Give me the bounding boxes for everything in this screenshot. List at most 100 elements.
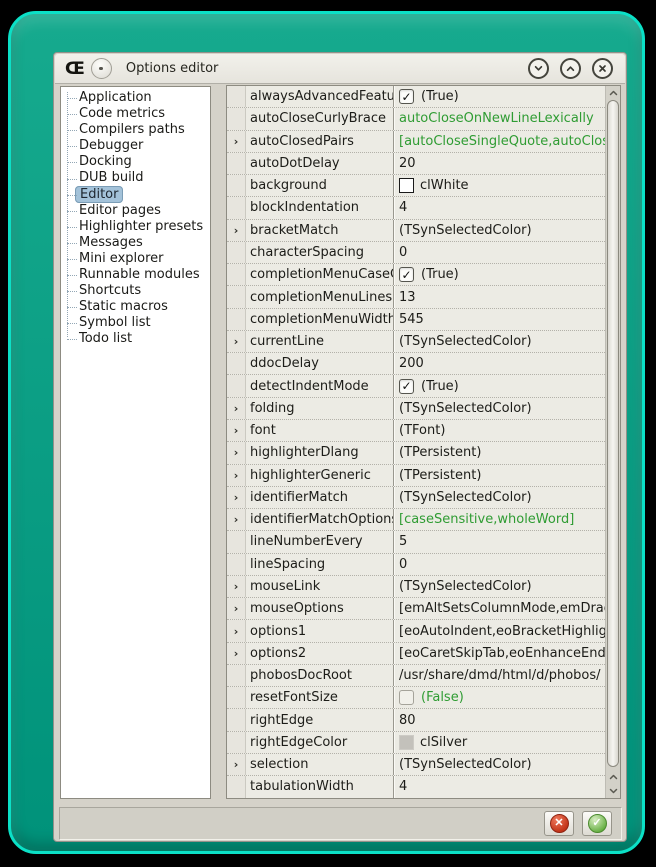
- sidebar-item-highlighter-presets[interactable]: Highlighter presets: [61, 219, 210, 235]
- property-row[interactable]: lineSpacing0: [227, 554, 605, 576]
- value-checkbox[interactable]: ✓: [399, 267, 414, 282]
- sidebar-item-static-macros[interactable]: Static macros: [61, 299, 210, 315]
- property-name[interactable]: characterSpacing: [246, 242, 393, 263]
- cancel-button[interactable]: ✕: [544, 811, 574, 836]
- property-row[interactable]: ›options1[eoAutoIndent,eoBracketHighligh…: [227, 620, 605, 642]
- property-name[interactable]: lineNumberEvery: [246, 531, 393, 552]
- property-row[interactable]: resetFontSize(False): [227, 687, 605, 709]
- sidebar-item-messages[interactable]: Messages: [61, 235, 210, 251]
- property-value[interactable]: 4: [393, 197, 605, 218]
- property-row[interactable]: lineNumberEvery5: [227, 531, 605, 553]
- property-row[interactable]: completionMenuWidth545: [227, 309, 605, 331]
- scrollbar-track[interactable]: [606, 100, 620, 770]
- property-name[interactable]: tabulationWidth: [246, 776, 393, 797]
- property-value[interactable]: 13: [393, 286, 605, 307]
- sidebar-item-docking[interactable]: Docking: [61, 154, 210, 170]
- expand-arrow-icon[interactable]: ›: [227, 576, 246, 597]
- property-row[interactable]: ddocDelay200: [227, 353, 605, 375]
- property-name[interactable]: options2: [246, 643, 393, 664]
- property-name[interactable]: detectIndentMode: [246, 375, 393, 396]
- accept-button[interactable]: ✓: [582, 811, 612, 836]
- property-name[interactable]: identifierMatch: [246, 487, 393, 508]
- property-row[interactable]: ›currentLine(TSynSelectedColor): [227, 331, 605, 353]
- expand-arrow-icon[interactable]: ›: [227, 509, 246, 530]
- property-value[interactable]: 0: [393, 554, 605, 575]
- property-value[interactable]: autoCloseOnNewLineLexically: [393, 108, 605, 129]
- expand-arrow-icon[interactable]: ›: [227, 620, 246, 641]
- expand-arrow-icon[interactable]: ›: [227, 598, 246, 619]
- property-row[interactable]: autoCloseCurlyBraceautoCloseOnNewLineLex…: [227, 108, 605, 130]
- grid-scrollbar[interactable]: [605, 86, 620, 798]
- scroll-down-button[interactable]: [606, 784, 620, 798]
- property-row[interactable]: completionMenuCaseCare✓(True): [227, 264, 605, 286]
- expand-arrow-icon[interactable]: ›: [227, 420, 246, 441]
- property-name[interactable]: completionMenuLines: [246, 286, 393, 307]
- property-name[interactable]: autoCloseCurlyBrace: [246, 108, 393, 129]
- property-value[interactable]: 20: [393, 153, 605, 174]
- property-value[interactable]: 80: [393, 709, 605, 730]
- property-value[interactable]: ✓(True): [393, 375, 605, 396]
- sidebar-item-dub-build[interactable]: DUB build: [61, 170, 210, 186]
- expand-arrow-icon[interactable]: ›: [227, 465, 246, 486]
- property-value[interactable]: (TSynSelectedColor): [393, 576, 605, 597]
- property-name[interactable]: highlighterDlang: [246, 442, 393, 463]
- property-row[interactable]: ›highlighterGeneric(TPersistent): [227, 465, 605, 487]
- property-row[interactable]: detectIndentMode✓(True): [227, 375, 605, 397]
- property-row[interactable]: ›selection(TSynSelectedColor): [227, 754, 605, 776]
- property-row[interactable]: alwaysAdvancedFeatures✓(True): [227, 86, 605, 108]
- property-row[interactable]: rightEdgeColorclSilver: [227, 732, 605, 754]
- scroll-up-button[interactable]: [606, 86, 620, 100]
- property-row[interactable]: completionMenuLines13: [227, 286, 605, 308]
- property-value[interactable]: [eoCaretSkipTab,eoEnhanceEndKe: [393, 643, 605, 664]
- property-value[interactable]: 4: [393, 776, 605, 797]
- property-name[interactable]: blockIndentation: [246, 197, 393, 218]
- property-row[interactable]: characterSpacing0: [227, 242, 605, 264]
- sidebar-item-compilers-paths[interactable]: Compilers paths: [61, 122, 210, 138]
- property-name[interactable]: resetFontSize: [246, 687, 393, 708]
- property-name[interactable]: background: [246, 175, 393, 196]
- property-name[interactable]: completionMenuCaseCare: [246, 264, 393, 285]
- property-name[interactable]: font: [246, 420, 393, 441]
- value-checkbox[interactable]: ✓: [399, 379, 414, 394]
- property-value[interactable]: [caseSensitive,wholeWord]: [393, 509, 605, 530]
- property-name[interactable]: bracketMatch: [246, 220, 393, 241]
- property-value[interactable]: (TSynSelectedColor): [393, 220, 605, 241]
- expand-arrow-icon[interactable]: ›: [227, 331, 246, 352]
- property-name[interactable]: selection: [246, 754, 393, 775]
- property-value[interactable]: (TSynSelectedColor): [393, 398, 605, 419]
- property-name[interactable]: highlighterGeneric: [246, 465, 393, 486]
- property-value[interactable]: ✓(True): [393, 264, 605, 285]
- property-row[interactable]: ›autoClosedPairs[autoCloseSingleQuote,au…: [227, 131, 605, 153]
- property-row[interactable]: ›options2[eoCaretSkipTab,eoEnhanceEndKe: [227, 643, 605, 665]
- property-row[interactable]: ›bracketMatch(TSynSelectedColor): [227, 220, 605, 242]
- close-button[interactable]: [592, 58, 613, 79]
- value-checkbox[interactable]: ✓: [399, 89, 414, 104]
- titlebar[interactable]: Œ Options editor: [55, 54, 625, 84]
- property-value[interactable]: clWhite: [393, 175, 605, 196]
- property-name[interactable]: lineSpacing: [246, 554, 393, 575]
- property-row[interactable]: ›font(TFont): [227, 420, 605, 442]
- property-value[interactable]: 5: [393, 531, 605, 552]
- property-name[interactable]: currentLine: [246, 331, 393, 352]
- property-value[interactable]: (False): [393, 687, 605, 708]
- property-name[interactable]: mouseOptions: [246, 598, 393, 619]
- property-name[interactable]: mouseLink: [246, 576, 393, 597]
- property-name[interactable]: rightEdge: [246, 709, 393, 730]
- property-value[interactable]: (TSynSelectedColor): [393, 754, 605, 775]
- scroll-up-button-bottom[interactable]: [606, 770, 620, 784]
- sidebar-item-debugger[interactable]: Debugger: [61, 138, 210, 154]
- property-value[interactable]: [autoCloseSingleQuote,autoCloseD: [393, 131, 605, 152]
- property-value[interactable]: [eoAutoIndent,eoBracketHighlight: [393, 620, 605, 641]
- property-value[interactable]: (TFont): [393, 420, 605, 441]
- property-row[interactable]: blockIndentation4: [227, 197, 605, 219]
- property-row[interactable]: rightEdge80: [227, 709, 605, 731]
- value-checkbox[interactable]: [399, 690, 414, 705]
- sidebar-item-editor[interactable]: Editor: [61, 187, 210, 203]
- expand-arrow-icon[interactable]: ›: [227, 643, 246, 664]
- property-row[interactable]: ›mouseLink(TSynSelectedColor): [227, 576, 605, 598]
- expand-arrow-icon[interactable]: ›: [227, 487, 246, 508]
- scrollbar-thumb[interactable]: [607, 100, 619, 767]
- property-name[interactable]: ddocDelay: [246, 353, 393, 374]
- property-name[interactable]: folding: [246, 398, 393, 419]
- expand-arrow-icon[interactable]: ›: [227, 131, 246, 152]
